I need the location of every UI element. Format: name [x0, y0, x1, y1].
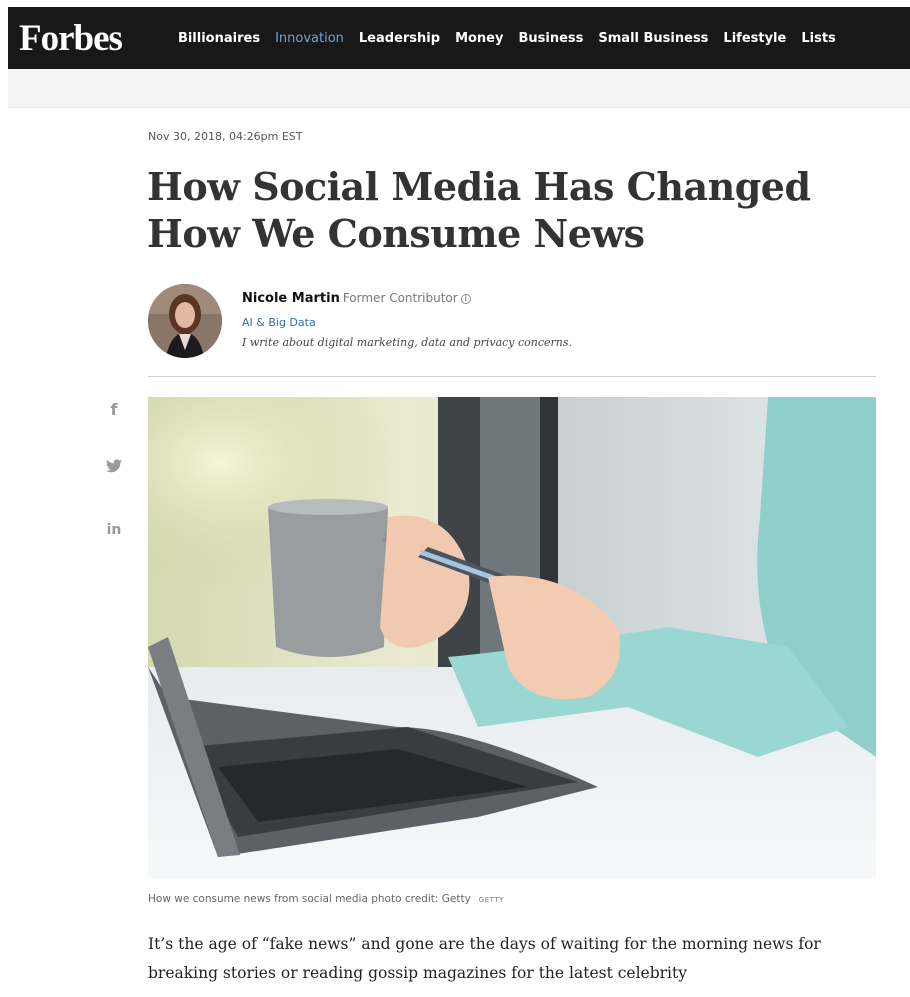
nav-item-leadership[interactable]: Leadership	[359, 31, 440, 46]
author-name-text[interactable]: Nicole Martin	[242, 291, 340, 306]
author-bio: I write about digital marketing, data an…	[242, 336, 573, 349]
nav-menu: Billionaires Innovation Leadership Money…	[178, 31, 851, 46]
info-icon[interactable]: i	[460, 294, 471, 304]
caption-text: How we consume news from social media ph…	[148, 893, 471, 905]
linkedin-share-icon[interactable]: in	[96, 522, 132, 538]
author-avatar[interactable]	[148, 284, 222, 358]
author-role: Former Contributor	[342, 291, 458, 305]
twitter-bird-icon	[106, 459, 122, 473]
image-caption: How we consume news from social media ph…	[148, 893, 504, 905]
top-nav-bar: Forbes Billionaires Innovation Leadershi…	[8, 7, 910, 69]
facebook-share-icon[interactable]: f	[96, 400, 132, 419]
author-topic-link[interactable]: AI & Big Data	[242, 316, 316, 329]
author-photo	[148, 284, 222, 358]
nav-item-billionaires[interactable]: Billionaires	[178, 31, 260, 46]
article-title: How Social Media Has Changed How We Cons…	[147, 164, 811, 256]
sub-header-bar	[8, 69, 910, 108]
hero-image	[148, 397, 876, 879]
hero-photo	[148, 397, 876, 879]
author-name[interactable]: Nicole Martin Former Contributor i	[242, 291, 471, 306]
nav-item-business[interactable]: Business	[518, 31, 583, 46]
nav-item-lists[interactable]: Lists	[801, 31, 835, 46]
article-body-paragraph: It’s the age of “fake news” and gone are…	[148, 935, 821, 982]
nav-item-innovation[interactable]: Innovation	[275, 31, 344, 46]
nav-item-money[interactable]: Money	[455, 31, 503, 46]
forbes-logo[interactable]: Forbes	[19, 17, 123, 60]
nav-item-lifestyle[interactable]: Lifestyle	[723, 31, 786, 46]
twitter-share-icon[interactable]	[96, 458, 132, 477]
caption-credit: GETTY	[478, 896, 504, 904]
nav-item-small-business[interactable]: Small Business	[598, 31, 708, 46]
article-date: Nov 30, 2018, 04:26pm EST	[148, 130, 303, 143]
author-divider	[148, 376, 876, 377]
